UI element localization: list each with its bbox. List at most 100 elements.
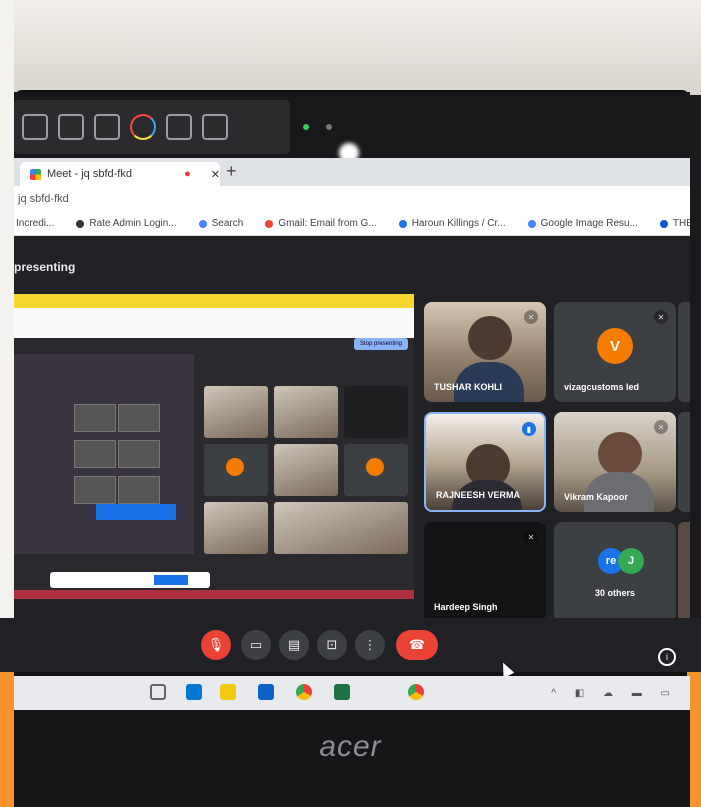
google-icon <box>198 219 207 228</box>
bookmark-item[interactable]: Search <box>198 218 243 229</box>
participant-name: Hardeep Singh <box>434 602 498 612</box>
bookmark-icon <box>659 219 668 228</box>
chrome-icon[interactable] <box>296 684 312 700</box>
shared-tab-bar <box>14 294 414 308</box>
mic-muted-icon: ✕ <box>524 310 538 324</box>
url-text: jq sbfd-fkd <box>18 193 69 205</box>
system-tray[interactable]: ^ ◧ ☁ ▬ ▭ <box>551 688 678 699</box>
color-icon[interactable] <box>130 114 156 140</box>
shared-grid-tile <box>274 386 338 438</box>
participant-name: TUSHAR KOHLI <box>434 382 502 392</box>
shared-address-bar <box>14 308 414 338</box>
chrome-icon[interactable] <box>408 684 424 700</box>
nested-tile <box>74 476 116 504</box>
wall-background <box>0 0 701 95</box>
info-icon[interactable]: i <box>658 648 676 666</box>
shared-grid-tile <box>344 386 408 438</box>
address-bar[interactable]: jq sbfd-fkd <box>14 186 690 212</box>
camera-button[interactable]: ▭ <box>241 630 271 660</box>
participant-name: vizagcustoms led <box>564 382 640 392</box>
bookmark-item[interactable]: Haroun Killings / Cr... <box>398 218 506 229</box>
shared-grid-tile <box>204 386 268 438</box>
mic-muted-icon: ✕ <box>654 310 668 324</box>
speaking-icon: ▮ <box>522 422 536 436</box>
shared-grid-tile <box>204 444 268 496</box>
browser-tab-bar: Meet - jq sbfd-fkd ● ✕ + <box>14 158 690 186</box>
others-tile[interactable]: re J 30 others <box>554 522 676 622</box>
shared-notification-button <box>154 575 188 585</box>
excel-icon[interactable] <box>334 684 350 700</box>
present-button[interactable]: ⊡ <box>317 630 347 660</box>
participant-tile-partial <box>678 412 690 512</box>
laptop-screen: Meet - jq sbfd-fkd ● ✕ + jq sbfd-fkd Inc… <box>14 158 690 628</box>
close-icon[interactable]: ✕ <box>211 168 220 181</box>
participant-tile[interactable]: V ✕ vizagcustoms led <box>554 302 676 402</box>
shared-screen: Stop presenting <box>14 294 414 599</box>
backlight-icon[interactable] <box>94 114 120 140</box>
tab-title: Meet - jq sbfd-fkd <box>47 168 132 180</box>
touchpad-icon[interactable] <box>202 114 228 140</box>
more-options-button[interactable]: ⋮ <box>355 630 385 660</box>
mic-off-button[interactable]: 🎙 <box>201 630 231 660</box>
presenting-label: presenting <box>14 260 76 274</box>
participant-tile[interactable]: ✕ Vikram Kapoor <box>554 412 676 512</box>
mic-muted-icon: ✕ <box>524 530 538 544</box>
bookmark-item[interactable]: Google Image Resu... <box>527 218 638 229</box>
hang-up-button[interactable]: ☎ <box>396 630 438 660</box>
shared-grid-tile <box>204 502 268 554</box>
display-icon[interactable] <box>22 114 48 140</box>
edge-icon[interactable] <box>186 684 202 700</box>
participant-tile[interactable]: ✕ Hardeep Singh <box>424 522 546 622</box>
windows-taskbar: ^ ◧ ☁ ▬ ▭ <box>14 676 690 710</box>
tab-meet[interactable]: Meet - jq sbfd-fkd ● ✕ <box>20 162 220 186</box>
participant-video <box>598 432 642 476</box>
shared-stop-presenting-button: Stop presenting <box>354 338 408 350</box>
avatar <box>366 458 384 476</box>
shared-grid-tile <box>274 444 338 496</box>
shared-nested-window <box>14 354 194 554</box>
avatar <box>226 458 244 476</box>
file-explorer-icon[interactable] <box>220 684 236 700</box>
nested-stop-button <box>96 504 176 520</box>
nested-tile <box>118 440 160 468</box>
mic-muted-icon: ✕ <box>654 420 668 434</box>
bookmark-icon <box>76 219 85 228</box>
captions-button[interactable]: ▤ <box>279 630 309 660</box>
sleep-icon[interactable] <box>58 114 84 140</box>
others-avatars: re J <box>590 548 650 578</box>
participant-tile[interactable]: ▮ RAJNEESH VERMA <box>424 412 546 512</box>
nested-tile <box>74 440 116 468</box>
bookmark-item[interactable]: Rate Admin Login... <box>76 218 177 229</box>
participant-name: Vikram Kapoor <box>564 492 628 502</box>
participant-tile-partial <box>678 522 690 622</box>
others-count: 30 others <box>594 588 636 598</box>
shared-taskbar <box>14 590 414 599</box>
bookmark-item[interactable]: Gmail: Email from G... <box>265 218 377 229</box>
shared-notification <box>50 572 210 588</box>
meeting-control-bar: 🎙 ▭ ▤ ⊡ ⋮ ☎ i <box>0 618 701 672</box>
bookmarks-bar: Incredi... Rate Admin Login... Search Gm… <box>14 212 690 236</box>
nested-tile <box>118 476 160 504</box>
bookmark-icon <box>398 219 407 228</box>
new-tab-icon[interactable]: + <box>226 161 237 182</box>
meet-favicon-icon <box>30 168 41 180</box>
bookmark-item[interactable]: Incredi... <box>16 218 54 229</box>
bookmark-item[interactable]: THE STANDARD <box>659 218 690 229</box>
meet-stage: presenting Stop presenting ✕ TUSHAR KOHL… <box>14 236 690 628</box>
shared-grid-tile <box>344 444 408 496</box>
participant-name: RAJNEESH VERMA <box>436 490 521 500</box>
mail-icon[interactable] <box>258 684 274 700</box>
audio-icon[interactable] <box>166 114 192 140</box>
brand-logo: acer <box>319 730 382 763</box>
google-icon <box>265 219 274 228</box>
nested-tile <box>118 404 160 432</box>
nested-tile <box>74 404 116 432</box>
avatar: J <box>618 548 644 574</box>
shared-grid-tile <box>274 502 408 554</box>
task-view-icon[interactable] <box>150 684 166 700</box>
google-icon <box>527 219 536 228</box>
recording-dot-icon: ● <box>184 168 191 180</box>
hardware-key-strip <box>14 100 290 154</box>
status-led <box>326 124 332 130</box>
participant-tile[interactable]: ✕ TUSHAR KOHLI <box>424 302 546 402</box>
